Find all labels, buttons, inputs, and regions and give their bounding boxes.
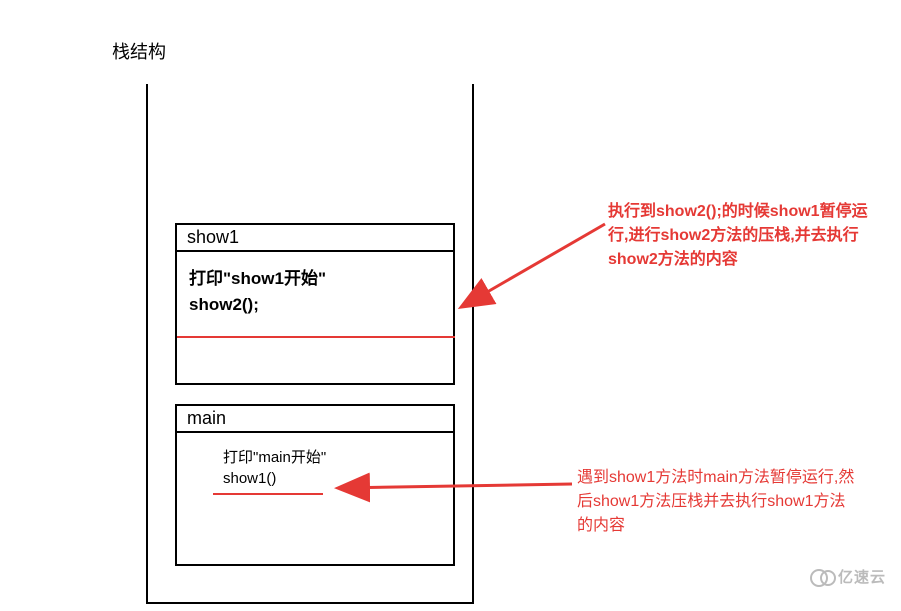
frame-line: 打印"show1开始" (189, 266, 441, 292)
frame-line: 打印"main开始" (223, 447, 441, 468)
frame-title-show1: show1 (177, 225, 453, 252)
watermark: 亿速云 (810, 566, 886, 587)
frame-title-main: main (177, 406, 453, 433)
stack-frame-main: main 打印"main开始" show1() (175, 404, 455, 566)
annotation-show2-push: 执行到show2();的时候show1暂停运行,进行show2方法的压栈,并去执… (608, 200, 868, 272)
cloud-icon (810, 569, 834, 585)
frame-body-show1: 打印"show1开始" show2(); (177, 252, 453, 331)
annotation-show1-push: 遇到show1方法时main方法暂停运行,然后show1方法压栈并去执行show… (577, 466, 857, 538)
frame-line: show1() (223, 468, 441, 489)
frame-line: show2(); (189, 292, 441, 318)
diagram-title: 栈结构 (112, 38, 166, 64)
arrow-to-show1 (455, 216, 615, 316)
watermark-text: 亿速云 (838, 566, 886, 587)
execution-marker (213, 493, 323, 495)
execution-marker (177, 336, 455, 338)
stack-outline: show1 打印"show1开始" show2(); main 打印"main开… (146, 84, 474, 604)
stack-frame-show1: show1 打印"show1开始" show2(); (175, 223, 455, 385)
frame-body-main: 打印"main开始" show1() (177, 433, 453, 503)
